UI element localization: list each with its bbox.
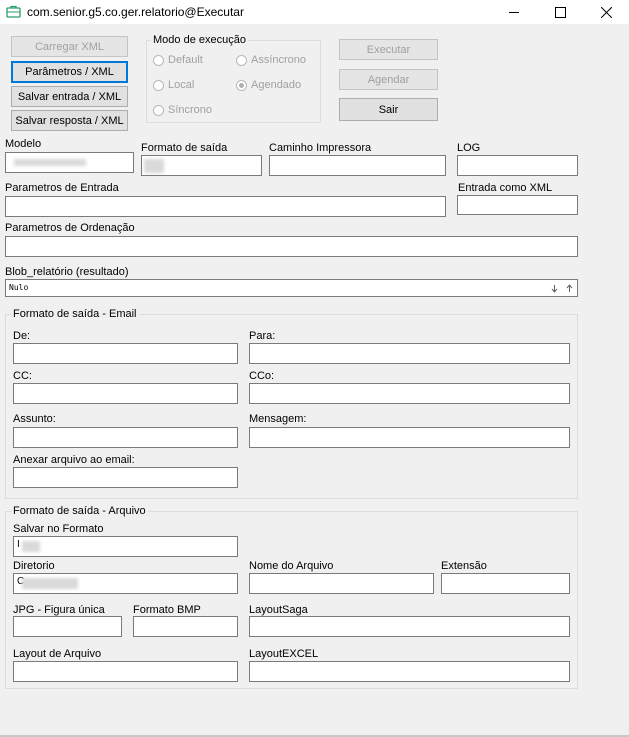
radio-assincrono[interactable]: Assíncrono — [236, 54, 306, 66]
redacted-text — [22, 541, 40, 552]
mensagem-input[interactable] — [249, 427, 570, 448]
modelo-input[interactable] — [5, 152, 134, 173]
mensagem-label: Mensagem: — [249, 413, 307, 425]
radio-local-label: Local — [168, 79, 195, 91]
executar-button[interactable]: Executar — [339, 39, 438, 60]
entrada-xml-input[interactable] — [457, 195, 578, 215]
assunto-label: Assunto: — [13, 413, 56, 425]
maximize-icon — [554, 6, 566, 18]
app-icon — [6, 5, 21, 18]
diretorio-input[interactable]: C — [13, 573, 238, 594]
salvar-entrada-button[interactable]: Salvar entrada / XML — [11, 86, 128, 107]
blob-value: Nulo — [9, 283, 29, 292]
email-group-title: Formato de saída - Email — [11, 308, 139, 320]
modelo-label: Modelo — [5, 138, 42, 150]
radio-default[interactable]: Default — [153, 54, 203, 66]
radio-circle-icon — [153, 54, 164, 66]
minimize-icon — [508, 11, 519, 13]
layout-saga-label: LayoutSaga — [249, 604, 308, 616]
caminho-impressora-label: Caminho Impressora — [269, 142, 372, 154]
modo-execucao-title: Modo de execução — [151, 34, 248, 46]
radio-circle-icon — [153, 79, 164, 91]
log-label: LOG — [457, 142, 481, 154]
minimize-button[interactable] — [491, 0, 537, 24]
title-bar: com.senior.g5.co.ger.relatorio@Executar — [0, 0, 629, 24]
anexar-input[interactable] — [13, 467, 238, 488]
cc-input[interactable] — [13, 383, 238, 404]
salvar-formato-label: Salvar no Formato — [13, 523, 104, 535]
parametros-xml-button[interactable]: Parâmetros / XML — [11, 61, 128, 83]
cco-label: CCo: — [249, 370, 275, 382]
anexar-label: Anexar arquivo ao email: — [13, 454, 135, 466]
radio-local[interactable]: Local — [153, 79, 194, 91]
cco-input[interactable] — [249, 383, 570, 404]
layout-saga-input[interactable] — [249, 616, 570, 637]
radio-circle-icon — [236, 54, 247, 66]
radio-sincrono[interactable]: Síncrono — [153, 104, 212, 116]
jpg-input[interactable] — [13, 616, 122, 637]
blob-label: Blob_relatório (resultado) — [5, 266, 129, 278]
agendar-button[interactable]: Agendar — [339, 69, 438, 90]
redacted-text — [144, 159, 164, 173]
scroll-down-icon[interactable] — [550, 284, 559, 293]
radio-sincrono-label: Síncrono — [168, 104, 213, 116]
radio-checked-icon — [236, 79, 247, 91]
extensao-input[interactable] — [441, 573, 570, 594]
para-input[interactable] — [249, 343, 570, 364]
redacted-text — [14, 159, 86, 166]
parametros-entrada-label: Parametros de Entrada — [5, 182, 119, 194]
salvar-formato-input[interactable]: I — [13, 536, 238, 557]
log-input[interactable] — [457, 155, 578, 176]
de-label: De: — [13, 330, 31, 342]
layout-arquivo-label: Layout de Arquivo — [13, 648, 102, 660]
carregar-xml-button[interactable]: Carregar XML — [11, 36, 128, 57]
formato-saida-label: Formato de saída — [141, 142, 228, 154]
radio-assincrono-label: Assíncrono — [251, 54, 307, 66]
salvar-formato-value: I — [17, 539, 20, 550]
formato-saida-input[interactable] — [141, 155, 262, 176]
parametros-ordenacao-label: Parametros de Ordenação — [5, 222, 135, 234]
radio-agendado[interactable]: Agendado — [236, 79, 301, 91]
de-input[interactable] — [13, 343, 238, 364]
cc-label: CC: — [13, 370, 32, 382]
layout-arquivo-input[interactable] — [13, 661, 238, 682]
radio-agendado-label: Agendado — [251, 79, 302, 91]
salvar-resposta-button[interactable]: Salvar resposta / XML — [11, 110, 128, 131]
para-label: Para: — [249, 330, 276, 342]
diretorio-label: Diretorio — [13, 560, 55, 572]
blob-textarea[interactable]: Nulo — [5, 279, 578, 297]
nome-arquivo-input[interactable] — [249, 573, 434, 594]
radio-circle-icon — [153, 104, 164, 116]
window-title: com.senior.g5.co.ger.relatorio@Executar — [27, 5, 244, 19]
close-button[interactable] — [583, 0, 629, 24]
radio-default-label: Default — [168, 54, 203, 66]
redacted-text — [22, 578, 78, 589]
close-icon — [600, 6, 612, 18]
bmp-input[interactable] — [133, 616, 238, 637]
bmp-label: Formato BMP — [133, 604, 201, 616]
scroll-up-icon[interactable] — [565, 284, 574, 293]
entrada-xml-label: Entrada como XML — [458, 182, 553, 194]
layout-excel-input[interactable] — [249, 661, 570, 682]
maximize-button[interactable] — [537, 0, 583, 24]
sair-button[interactable]: Sair — [339, 98, 438, 121]
parametros-entrada-input[interactable] — [5, 196, 446, 217]
caminho-impressora-input[interactable] — [269, 155, 446, 176]
layout-excel-label: LayoutEXCEL — [249, 648, 319, 660]
parametros-ordenacao-input[interactable] — [5, 236, 578, 257]
jpg-label: JPG - Figura única — [13, 604, 105, 616]
arquivo-group-title: Formato de saída - Arquivo — [11, 505, 148, 517]
extensao-label: Extensão — [441, 560, 487, 572]
assunto-input[interactable] — [13, 427, 238, 448]
nome-arquivo-label: Nome do Arquivo — [249, 560, 334, 572]
